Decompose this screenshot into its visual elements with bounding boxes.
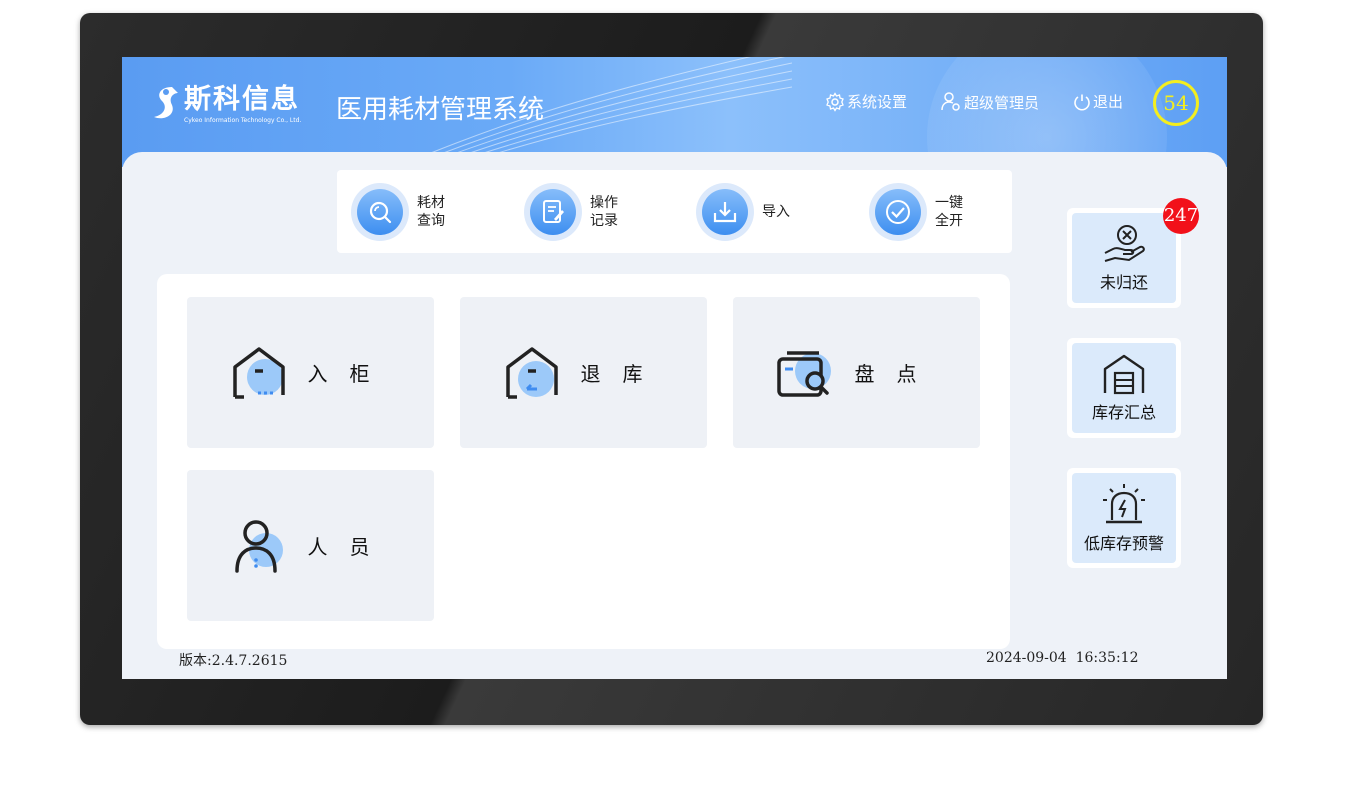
admin-label: 超级管理员 xyxy=(964,93,1040,112)
side-label: 低库存预警 xyxy=(1083,534,1164,553)
side-low-stock-button[interactable]: 低库存预警 xyxy=(1067,468,1181,568)
unreturned-hand-icon xyxy=(1104,225,1145,262)
tile-label: 人员 xyxy=(307,535,392,559)
screen: 斯科信息 Cykeo Information Technology Co., L… xyxy=(122,57,1227,679)
tool-operation-log[interactable]: 操作记录 xyxy=(524,182,626,242)
tool-label: 耗材查询 xyxy=(417,195,445,229)
tile-inventory[interactable]: 盘点 xyxy=(733,297,980,448)
admin-user-icon xyxy=(941,92,960,111)
download-icon xyxy=(713,202,737,223)
side-label: 未归还 xyxy=(1099,273,1148,292)
tool-label: 一键全开 xyxy=(935,195,963,229)
return-stock-icon xyxy=(505,346,558,399)
quick-toolbar: 耗材查询 操作记录 导入 一键全开 xyxy=(337,170,1012,253)
tile-return-stock[interactable]: 退库 xyxy=(460,297,707,448)
logout-button[interactable]: 退出 xyxy=(1073,91,1123,112)
tile-personnel[interactable]: 人员 xyxy=(187,470,434,621)
power-icon xyxy=(1074,94,1090,110)
gear-icon xyxy=(826,91,844,112)
cabinet-in-icon xyxy=(232,346,285,399)
inventory-icon xyxy=(776,350,831,397)
check-icon xyxy=(886,200,910,224)
datetime-text: 2024-09-04 16:35:12 xyxy=(986,650,1139,666)
tile-cabinet-in[interactable]: 入柜 xyxy=(187,297,434,448)
tool-label: 操作记录 xyxy=(590,195,618,229)
tool-label: 导入 xyxy=(762,204,790,220)
brand-name-en: Cykeo Information Technology Co., Ltd. xyxy=(184,117,302,124)
version-text: 版本:2.4.7.2615 xyxy=(179,653,288,669)
app-header: 斯科信息 Cykeo Information Technology Co., L… xyxy=(122,57,1227,167)
record-icon xyxy=(543,200,564,223)
search-icon xyxy=(369,201,392,224)
alarm-light-icon xyxy=(1103,484,1145,524)
tile-label: 盘点 xyxy=(854,362,939,386)
unreturned-count-badge: 247 xyxy=(1163,198,1199,234)
brand-name: 斯科信息 xyxy=(184,84,300,115)
side-stock-summary-button[interactable]: 库存汇总 xyxy=(1067,338,1181,438)
tool-open-all[interactable]: 一键全开 xyxy=(869,182,971,242)
side-label: 库存汇总 xyxy=(1091,403,1156,422)
person-icon xyxy=(234,519,283,573)
brand-logo: 斯科信息 Cykeo Information Technology Co., L… xyxy=(150,83,301,127)
brand-mark-icon xyxy=(154,87,178,119)
tool-consumable-query[interactable]: 耗材查询 xyxy=(351,182,453,242)
settings-label: 系统设置 xyxy=(847,93,908,111)
tool-import[interactable]: 导入 xyxy=(696,182,798,242)
tile-label: 入柜 xyxy=(307,362,392,386)
admin-link[interactable]: 超级管理员 xyxy=(940,91,1039,113)
counter-badge: 54 xyxy=(1153,80,1199,126)
tile-label: 退库 xyxy=(580,362,665,386)
warehouse-icon xyxy=(1103,354,1145,395)
logout-label: 退出 xyxy=(1093,93,1124,111)
settings-link[interactable]: 系统设置 xyxy=(825,91,907,112)
page-title: 医用耗材管理系统 xyxy=(336,95,545,125)
